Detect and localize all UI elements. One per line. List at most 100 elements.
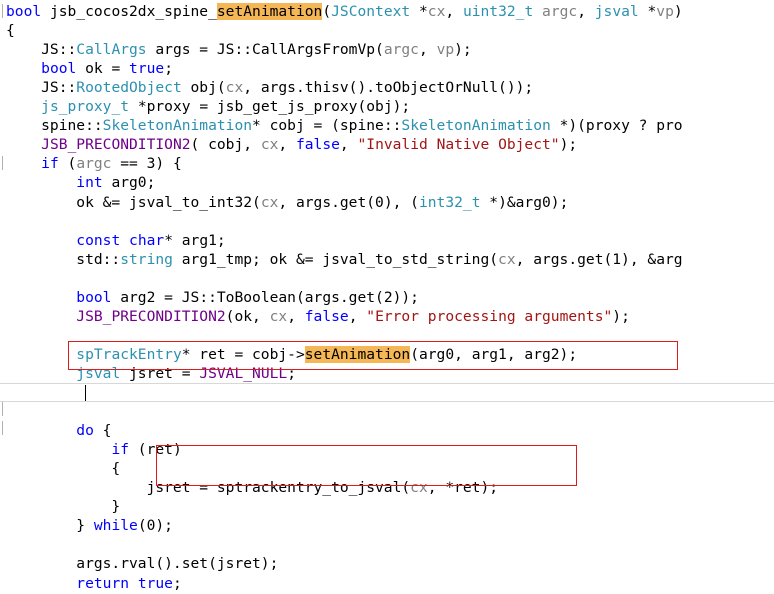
code-token: JSContext bbox=[331, 3, 411, 20]
code-token: ); bbox=[612, 307, 630, 325]
code-token: ( bbox=[322, 3, 332, 20]
code-token: cx bbox=[260, 193, 279, 211]
code-line[interactable]: JS::RootedObject obj(cx, args.thisv().to… bbox=[0, 78, 774, 97]
code-token: *proxy = jsb_get_js_proxy(obj); bbox=[129, 98, 411, 116]
code-token: * arg1; bbox=[164, 231, 226, 249]
code-line[interactable]: bool ok = true; bbox=[0, 59, 774, 78]
code-token: SkeletonAnimation bbox=[102, 117, 253, 135]
code-token: , args.get(1), &arg bbox=[515, 250, 683, 268]
code-line[interactable]: bool arg2 = JS::ToBoolean(args.get(2)); bbox=[0, 288, 774, 307]
code-token: * bbox=[410, 3, 428, 20]
code-token: vp bbox=[436, 41, 455, 59]
code-token: argc bbox=[76, 155, 112, 173]
code-line[interactable]: const char* arg1; bbox=[0, 231, 774, 250]
code-token: char bbox=[129, 231, 165, 249]
code-token: cx bbox=[260, 136, 279, 154]
code-line[interactable]: return true; bbox=[0, 574, 774, 593]
code-token: true bbox=[137, 574, 173, 592]
code-line[interactable]: JSB_PRECONDITION2(ok, cx, false, "Error … bbox=[0, 307, 774, 326]
highlight-box-setanimation-call bbox=[68, 341, 678, 370]
code-line[interactable]: JS::CallArgs args = JS::CallArgsFromVp(a… bbox=[0, 40, 774, 59]
code-token: do bbox=[76, 422, 94, 440]
code-token: , bbox=[348, 307, 367, 325]
code-line[interactable]: } while(0); bbox=[0, 516, 774, 535]
code-line[interactable] bbox=[0, 269, 774, 288]
code-token: RootedObject bbox=[76, 79, 182, 97]
code-token: cx bbox=[427, 3, 446, 20]
code-token: *)(proxy ? pro bbox=[550, 117, 683, 135]
code-token: ; bbox=[164, 60, 173, 78]
code-token: , bbox=[339, 136, 358, 154]
code-token: JS:: bbox=[6, 41, 77, 59]
code-token: while bbox=[93, 517, 138, 535]
code-token: } bbox=[6, 517, 94, 535]
code-line[interactable]: if (argc == 3) { bbox=[0, 154, 774, 173]
code-token: uint32_t bbox=[462, 3, 534, 20]
search-match-highlight: setAnimation bbox=[216, 3, 323, 20]
code-token: std:: bbox=[6, 250, 121, 268]
code-token: argc bbox=[542, 3, 578, 20]
code-token: args = JS::CallArgsFromVp( bbox=[146, 41, 384, 59]
code-line[interactable]: int arg0; bbox=[0, 173, 774, 192]
code-token: ( bbox=[58, 155, 77, 173]
code-token: ok &= jsval_to_int32( bbox=[6, 193, 261, 211]
code-line[interactable]: ok &= jsval_to_int32(cx, args.get(0), (i… bbox=[0, 193, 774, 212]
code-line[interactable]: args.rval().set(jsret); bbox=[0, 554, 774, 573]
code-token: (0); bbox=[137, 517, 173, 535]
code-token: , bbox=[418, 41, 437, 59]
code-token: , args.thisv().toObjectOrNull()); bbox=[243, 79, 534, 97]
code-token: , bbox=[287, 307, 305, 325]
code-token: cx bbox=[269, 307, 288, 325]
code-line[interactable]: std::string arg1_tmp; ok &= jsval_to_std… bbox=[0, 250, 774, 269]
code-token: jsval bbox=[594, 3, 639, 20]
code-token: js_proxy_t bbox=[41, 98, 130, 116]
code-token: ; bbox=[172, 574, 182, 592]
code-token: { bbox=[6, 460, 121, 478]
code-token: JSB_PRECONDITION2 bbox=[76, 307, 226, 325]
code-token: , bbox=[445, 3, 463, 20]
code-token: (ok, bbox=[225, 307, 270, 325]
code-token: string bbox=[120, 250, 173, 268]
code-token: return bbox=[76, 574, 130, 592]
code-line[interactable]: bool jsb_cocos2dx_spine_setAnimation(JSC… bbox=[0, 2, 774, 21]
code-token: jsb_cocos2dx_spine_ bbox=[41, 3, 217, 20]
code-token: obj( bbox=[181, 79, 226, 97]
code-token: ( cobj, bbox=[190, 136, 261, 154]
code-token: spine:: bbox=[6, 117, 103, 135]
code-token: ); bbox=[559, 136, 578, 154]
code-editor[interactable]: bool jsb_cocos2dx_spine_setAnimation(JSC… bbox=[0, 0, 774, 594]
code-line[interactable]: do { bbox=[0, 421, 774, 440]
code-token: if bbox=[41, 155, 59, 173]
code-line[interactable]: } bbox=[0, 497, 774, 516]
code-line[interactable] bbox=[0, 535, 774, 554]
code-token: *)&arg0); bbox=[480, 193, 569, 211]
code-line[interactable] bbox=[0, 383, 774, 402]
text-caret bbox=[85, 385, 86, 401]
code-token: args.rval().set(jsret); bbox=[6, 555, 279, 573]
code-line[interactable] bbox=[0, 212, 774, 231]
code-token: bool bbox=[6, 3, 42, 20]
code-line[interactable] bbox=[0, 402, 774, 421]
code-token: , bbox=[278, 136, 296, 154]
code-line[interactable]: JSB_PRECONDITION2( cobj, cx, false, "Inv… bbox=[0, 135, 774, 154]
code-token: "Error processing arguments" bbox=[366, 307, 613, 325]
code-token: , args.get(0), ( bbox=[278, 193, 419, 211]
code-line[interactable]: spine::SkeletonAnimation* cobj = (spine:… bbox=[0, 116, 774, 135]
code-line[interactable]: js_proxy_t *proxy = jsb_get_js_proxy(obj… bbox=[0, 97, 774, 116]
code-token: false bbox=[295, 136, 340, 154]
code-line[interactable]: { bbox=[0, 21, 774, 40]
code-token: { bbox=[93, 422, 112, 440]
highlight-box-jsret-assignment bbox=[156, 445, 577, 486]
code-token: CallArgs bbox=[76, 41, 147, 59]
